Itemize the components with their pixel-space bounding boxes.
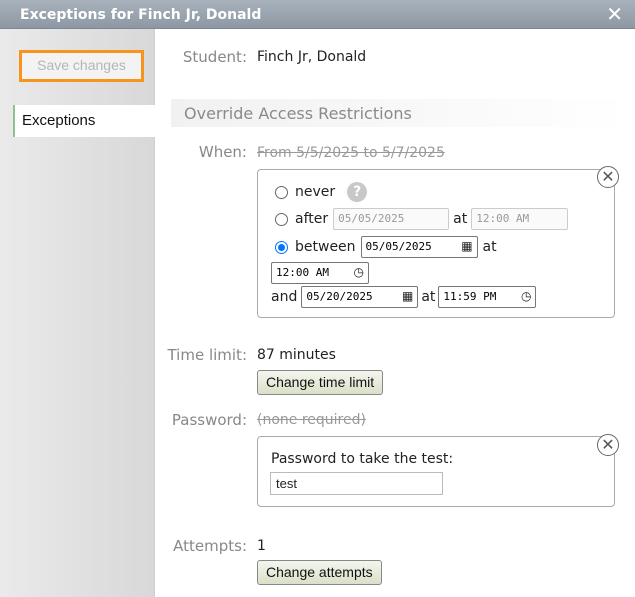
and-label: and <box>271 289 298 305</box>
student-label: Student: <box>182 48 247 66</box>
password-label: Password: <box>171 411 247 429</box>
time-limit-label: Time limit: <box>167 346 247 364</box>
sidebar: Save changes Exceptions <box>0 29 156 597</box>
change-time-limit-button[interactable]: Change time limit <box>257 370 384 395</box>
clock-icon: ◷ <box>353 265 364 279</box>
password-prompt: Password to take the test: <box>271 451 454 467</box>
when-options-box: ✕ never ? after 05/05/2025 at 12:00 AM b… <box>257 166 619 318</box>
after-label: after <box>295 211 329 227</box>
time-limit-value: 87 minutes <box>257 347 336 363</box>
save-changes-button[interactable]: Save changes <box>19 50 144 82</box>
change-attempts-button[interactable]: Change attempts <box>257 560 382 585</box>
tab-exceptions[interactable]: Exceptions <box>13 105 156 137</box>
after-date-input[interactable]: 05/05/2025 <box>333 208 450 230</box>
after-time-input[interactable]: 12:00 AM <box>471 208 569 230</box>
between-end-time-input[interactable]: 11:59 PM ◷ <box>438 286 537 308</box>
close-icon[interactable]: ✕ <box>606 4 623 24</box>
between-end-date-input[interactable]: 05/20/2025 ▦ <box>301 286 419 308</box>
after-radio[interactable] <box>275 212 288 226</box>
clock-icon: ◷ <box>520 289 532 303</box>
after-at-label: at <box>453 211 468 227</box>
never-label: never <box>295 184 336 200</box>
never-radio[interactable] <box>275 185 288 199</box>
student-name: Finch Jr, Donald <box>257 49 367 65</box>
help-icon[interactable]: ? <box>347 182 368 202</box>
between-radio[interactable] <box>275 240 288 254</box>
calendar-icon: ▦ <box>402 289 414 303</box>
dialog-titlebar: Exceptions for Finch Jr, Donald ✕ <box>0 0 635 29</box>
when-current-value: From 5/5/2025 to 5/7/2025 <box>257 145 445 161</box>
end-at-label: at <box>421 289 436 305</box>
attempts-label: Attempts: <box>173 537 247 555</box>
calendar-icon: ▦ <box>461 239 473 253</box>
between-start-date-input[interactable]: 05/05/2025 ▦ <box>360 236 478 258</box>
between-start-time-input[interactable]: 12:00 AM ◷ <box>271 262 369 284</box>
section-title: Override Access Restrictions <box>171 99 631 127</box>
between-at-label: at <box>482 239 497 255</box>
attempts-value: 1 <box>257 538 266 554</box>
password-input[interactable]: test <box>270 472 443 495</box>
dialog-title: Exceptions for Finch Jr, Donald <box>20 7 262 23</box>
main-content: Student: Finch Jr, Donald Override Acces… <box>155 29 635 597</box>
password-current-value: (none required) <box>257 412 366 428</box>
between-label: between <box>295 239 356 255</box>
remove-circle-icon[interactable]: ✕ <box>597 434 619 456</box>
when-label: When: <box>198 143 247 161</box>
remove-circle-icon[interactable]: ✕ <box>597 166 619 188</box>
